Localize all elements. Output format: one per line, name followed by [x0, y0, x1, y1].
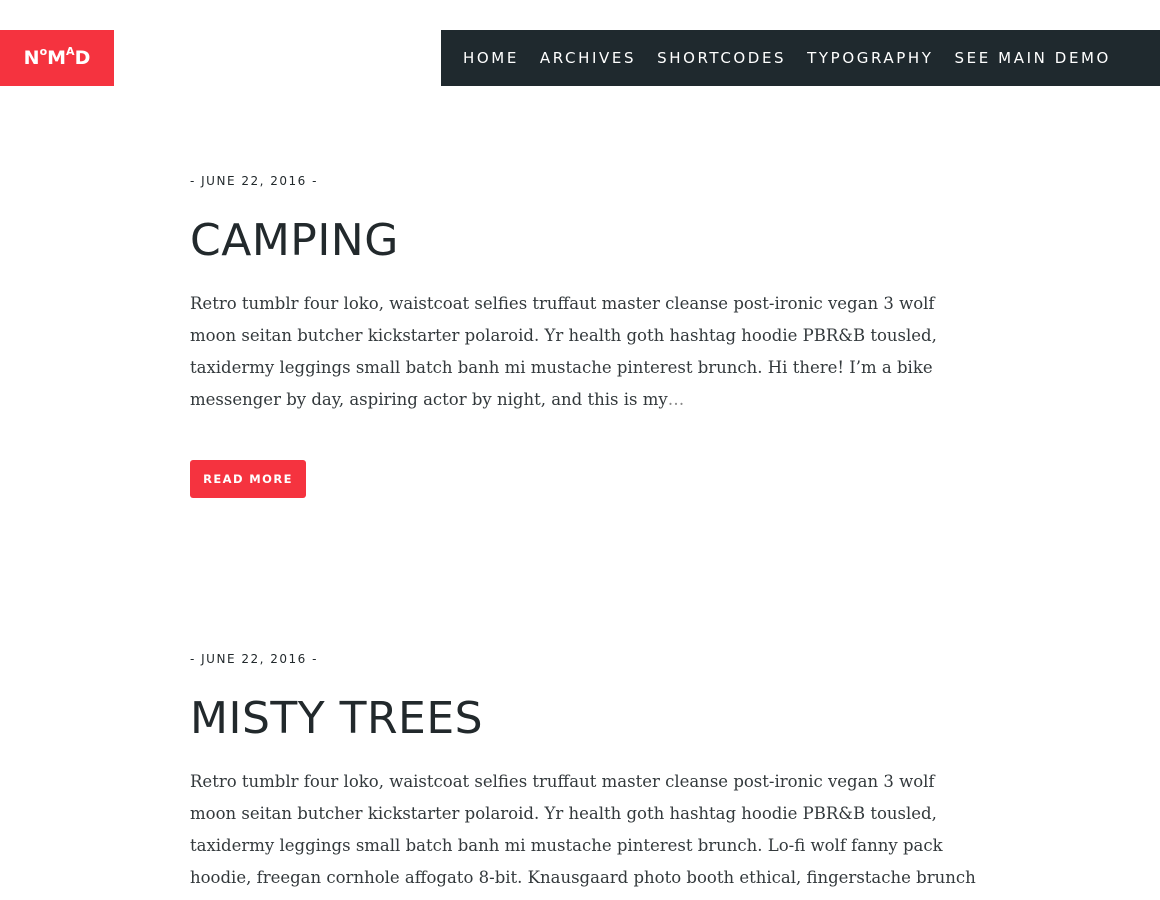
read-more-button[interactable]: READ MORE: [190, 460, 306, 498]
logo-letter: N: [23, 47, 40, 69]
post-misty-trees: - JUNE 22, 2016 - MISTY TREES Retro tumb…: [190, 650, 980, 900]
nav-item-see-main-demo[interactable]: SEE MAIN DEMO: [955, 49, 1111, 67]
post-title[interactable]: MISTY TREES: [190, 692, 980, 746]
nav-item-archives[interactable]: ARCHIVES: [540, 49, 636, 67]
post-title[interactable]: CAMPING: [190, 214, 980, 268]
post-camping: - JUNE 22, 2016 - CAMPING Retro tumblr f…: [190, 172, 980, 498]
site-logo[interactable]: NoMAD: [0, 30, 114, 86]
nav-item-typography[interactable]: TYPOGRAPHY: [807, 49, 933, 67]
logo-letter: D: [74, 47, 91, 69]
logo-letter: o: [39, 44, 48, 58]
post-excerpt-text: Retro tumblr four loko, waistcoat selfie…: [190, 772, 976, 887]
nav-item-shortcodes[interactable]: SHORTCODES: [657, 49, 786, 67]
main-navigation: HOME ARCHIVES SHORTCODES TYPOGRAPHY SEE …: [441, 30, 1160, 86]
post-excerpt: Retro tumblr four loko, waistcoat selfie…: [190, 766, 980, 900]
post-excerpt-ellipsis: …: [667, 390, 685, 409]
post-excerpt: Retro tumblr four loko, waistcoat selfie…: [190, 288, 980, 416]
post-excerpt-text: Retro tumblr four loko, waistcoat selfie…: [190, 294, 937, 409]
post-date: - JUNE 22, 2016 -: [190, 652, 318, 666]
logo-letter: M: [47, 47, 67, 69]
nav-item-home[interactable]: HOME: [463, 49, 519, 67]
post-date: - JUNE 22, 2016 -: [190, 174, 318, 188]
logo-letter: A: [66, 44, 75, 58]
